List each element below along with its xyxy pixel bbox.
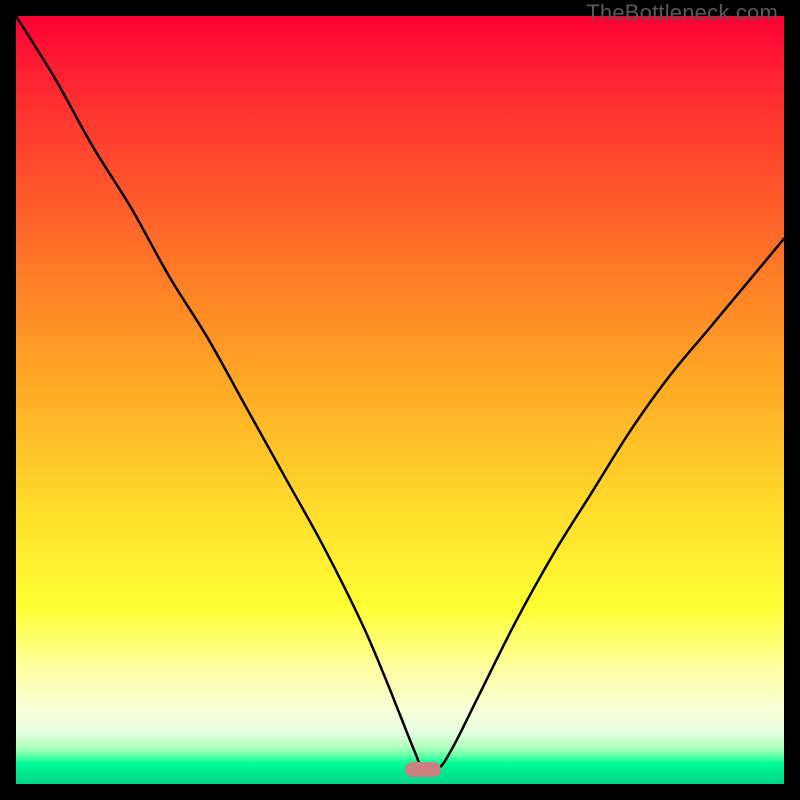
plot-area bbox=[16, 16, 784, 784]
optimum-marker bbox=[405, 762, 442, 777]
chart-frame: TheBottleneck.com bbox=[0, 0, 800, 800]
watermark-text: TheBottleneck.com bbox=[586, 0, 778, 26]
bottleneck-curve bbox=[16, 16, 784, 784]
